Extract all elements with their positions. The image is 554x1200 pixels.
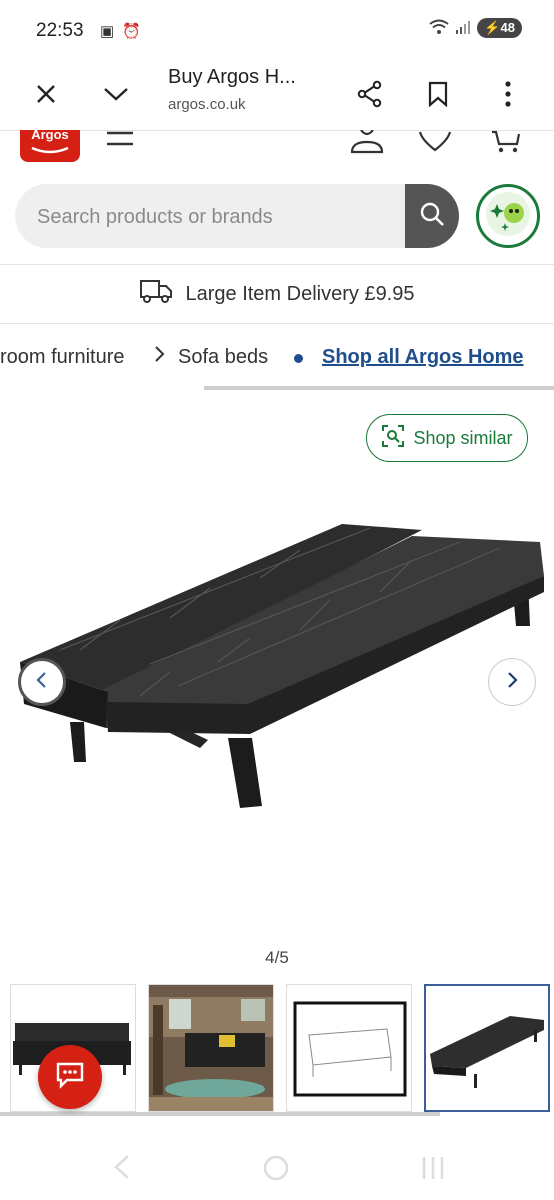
chevron-down-icon[interactable] [98, 76, 134, 112]
home-nav-icon[interactable] [262, 1154, 290, 1187]
delivery-banner: Large Item Delivery £9.95 [0, 264, 554, 324]
status-bar: 22:53 ▣ ⏰ ⚡48 [0, 0, 554, 62]
close-icon[interactable] [28, 76, 64, 112]
image-counter: 4/5 [265, 948, 289, 967]
signal-icon [455, 20, 471, 37]
back-nav-icon[interactable] [112, 1154, 132, 1185]
site-header: Argos [0, 129, 554, 180]
delivery-text: Large Item Delivery £9.95 [185, 282, 415, 305]
shopping-assistant-button[interactable] [476, 184, 540, 248]
shop-similar-label: Shop similar [413, 427, 513, 448]
product-image[interactable] [0, 500, 554, 840]
account-icon[interactable] [350, 129, 384, 159]
chevron-left-icon [35, 670, 49, 695]
clock: 22:53 [36, 20, 84, 41]
more-options-icon[interactable] [490, 76, 526, 112]
recents-nav-icon[interactable] [420, 1154, 446, 1187]
wifi-icon [429, 19, 449, 38]
wishlist-heart-icon[interactable] [418, 130, 452, 157]
visual-search-icon [381, 424, 405, 453]
assistant-mascot-icon [485, 191, 531, 242]
bullet-dot [294, 354, 303, 363]
chat-bubble-icon [55, 1061, 85, 1094]
battery-indicator: ⚡48 [477, 18, 522, 38]
share-icon[interactable] [352, 76, 388, 112]
chevron-right-icon [505, 670, 519, 695]
page-title: Buy Argos H... [168, 66, 296, 88]
thumbnail-3[interactable] [286, 984, 412, 1112]
menu-icon[interactable] [106, 130, 134, 153]
thumbnail-scrollbar[interactable] [0, 1112, 440, 1116]
gallery-prev-button[interactable] [18, 658, 66, 706]
battery-level: 48 [500, 20, 515, 35]
breadcrumb-item-room-furniture[interactable]: room furniture [0, 346, 125, 369]
delivery-truck-icon [139, 278, 173, 310]
bookmark-icon[interactable] [420, 76, 456, 112]
gallery-next-button[interactable] [488, 658, 536, 706]
shop-all-argos-home-link[interactable]: Shop all Argos Home [322, 346, 524, 369]
system-icons: ⚡48 [429, 18, 522, 38]
breadcrumb-separator-icon [154, 344, 166, 370]
thumbnail-2[interactable] [148, 984, 274, 1112]
browser-toolbar: Buy Argos H... argos.co.uk [0, 62, 554, 131]
page-url: argos.co.uk [168, 96, 246, 113]
thumbnail-4[interactable] [424, 984, 550, 1112]
basket-icon[interactable] [490, 130, 522, 159]
search-input[interactable] [35, 184, 409, 250]
breadcrumb-item-sofa-beds[interactable]: Sofa beds [178, 346, 268, 369]
notification-icons: ▣ ⏰ [100, 23, 144, 40]
system-navigation-bar [0, 1130, 554, 1200]
search-bar [15, 184, 459, 250]
logo-text: Argos [31, 130, 69, 142]
search-icon [419, 201, 445, 232]
breadcrumb-scrollbar[interactable] [204, 386, 554, 390]
search-button[interactable] [405, 184, 459, 248]
argos-logo[interactable]: Argos [20, 130, 80, 162]
breadcrumb: room furniture Sofa beds Shop all Argos … [0, 336, 554, 382]
shop-similar-button[interactable]: Shop similar [366, 414, 528, 462]
chat-button[interactable] [38, 1045, 102, 1109]
